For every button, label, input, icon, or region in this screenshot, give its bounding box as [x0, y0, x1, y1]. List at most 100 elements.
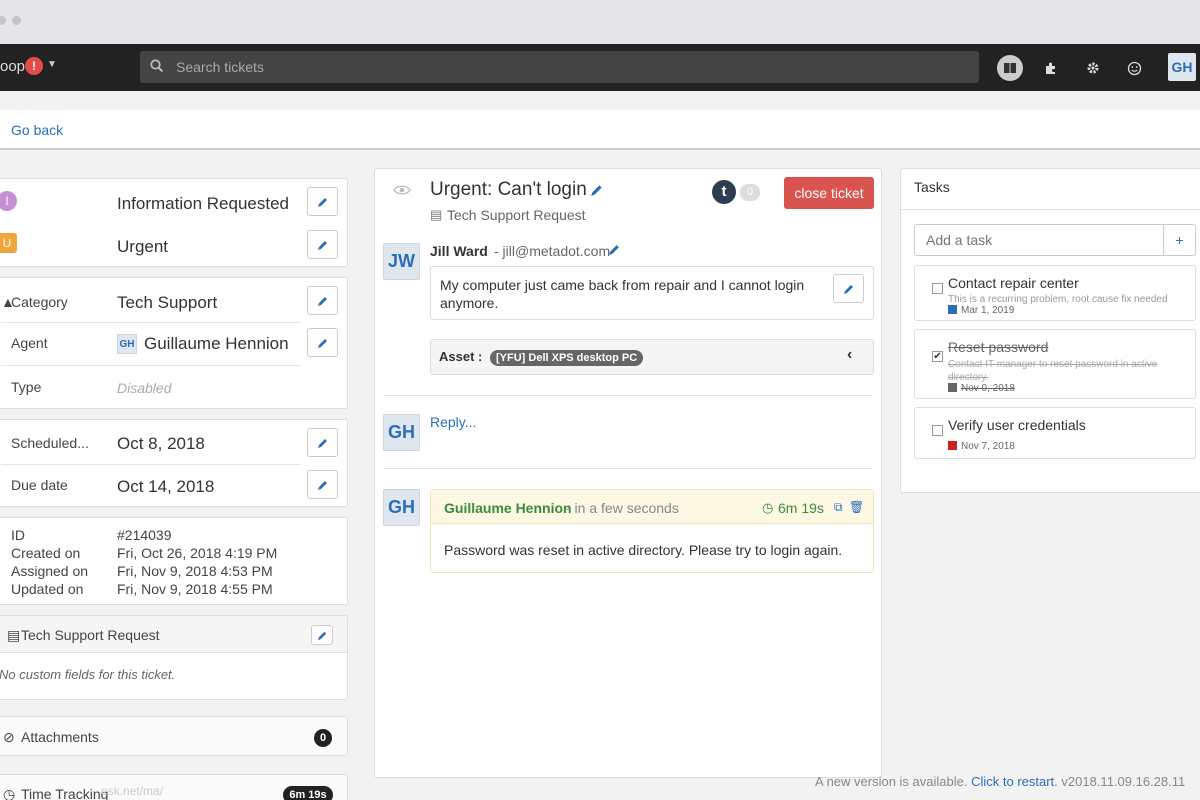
scheduled-value: Oct 8, 2018 [117, 434, 205, 453]
search-input[interactable] [176, 51, 956, 83]
task-date: Nov 7, 2018 [961, 441, 1015, 452]
id-value: #214039 [117, 527, 172, 543]
updated-value: Fri, Nov 9, 2018 4:55 PM [117, 581, 273, 597]
requester-message: My computer just came back from repair a… [430, 266, 874, 320]
custom-form-panel: ▤ Tech Support Request No custom fields … [0, 615, 348, 700]
note-author[interactable]: Guillaume Hennion [444, 500, 572, 516]
form-icon: ▤ [7, 627, 21, 643]
task-checkbox[interactable] [932, 425, 943, 436]
dates-panel: Scheduled... Oct 8, 2018 Due date Oct 14… [0, 419, 348, 507]
timer-icon[interactable]: t [712, 180, 736, 204]
edit-status-button[interactable] [307, 187, 338, 216]
add-task-button[interactable]: + [1164, 224, 1196, 256]
version-number: . v2018.11.09.16.28.11 [1054, 774, 1186, 789]
edit-agent-button[interactable] [307, 328, 338, 357]
note-time: - in a few seconds [566, 500, 679, 516]
note-avatar: GH [383, 489, 420, 526]
restart-link[interactable]: Click to restart [971, 774, 1054, 789]
ticket-form-name: Tech Support Request [447, 207, 586, 223]
window-control-dot[interactable] [0, 16, 6, 25]
ticket-title: Urgent: Can't login [430, 179, 587, 200]
requester-email: - jill@metadot.com [494, 243, 611, 259]
requester-avatar: JW [383, 243, 420, 280]
chevron-down-icon[interactable]: ▼ [47, 59, 57, 70]
stopwatch-icon: ◷ [762, 500, 774, 515]
top-navbar: oop ! ▼ GH [0, 44, 1200, 91]
task-item[interactable]: Contact repair center This is a recurrin… [914, 265, 1196, 321]
divider [1, 365, 301, 366]
asset-label: Asset : [439, 349, 483, 364]
edit-category-button[interactable] [307, 286, 338, 315]
chevron-left-icon[interactable]: ‹ [847, 346, 852, 364]
task-checkbox[interactable] [932, 283, 943, 294]
requester-message-text: My computer just came back from repair a… [440, 277, 805, 311]
trash-icon[interactable]: 🗑 [849, 500, 864, 514]
id-label: ID [11, 527, 25, 543]
note-text: Password was reset in active directory. … [444, 542, 843, 558]
requester-name[interactable]: Jill Ward [430, 243, 488, 259]
agent-label: Agent [11, 335, 48, 351]
due-date-value: Oct 14, 2018 [117, 477, 215, 496]
edit-message-button[interactable] [833, 274, 864, 303]
attachments-label: Attachments [21, 729, 99, 745]
puzzle-icon[interactable] [1038, 55, 1064, 81]
add-task-field[interactable] [914, 224, 1164, 256]
divider [901, 209, 1200, 210]
edit-due-date-button[interactable] [307, 470, 338, 499]
reply-link[interactable]: Reply... [430, 414, 476, 430]
assigned-value: Fri, Nov 9, 2018 4:53 PM [117, 563, 273, 579]
smiley-icon[interactable] [1121, 55, 1147, 81]
window-control-dot[interactable] [12, 16, 21, 25]
edit-priority-button[interactable] [307, 230, 338, 259]
edit-requester-icon[interactable] [608, 243, 621, 261]
alert-badge[interactable]: ! [25, 57, 43, 75]
eye-icon[interactable] [393, 183, 411, 201]
task-due: Mar 1, 2019 [948, 305, 1014, 316]
search-icon [150, 59, 164, 78]
edit-title-icon[interactable] [590, 183, 604, 202]
asset-row[interactable]: Asset : [YFU] Dell XPS desktop PC ‹ [430, 339, 874, 375]
type-label: Type [11, 379, 42, 395]
version-notice-text: A new version is available. [815, 774, 972, 789]
attachments-panel[interactable]: ⊘ Attachments 0 [0, 716, 348, 756]
edit-scheduled-button[interactable] [307, 428, 338, 457]
window-titlebar [0, 0, 1200, 44]
reply-avatar: GH [383, 414, 420, 451]
status-badge: I [0, 191, 17, 211]
close-ticket-button[interactable]: close ticket [784, 177, 874, 209]
task-description: This is a recurring problem, root cause … [948, 294, 1168, 305]
edit-form-button[interactable] [311, 625, 333, 645]
gear-icon[interactable] [1080, 55, 1106, 81]
book-icon[interactable] [997, 55, 1023, 81]
go-back-link[interactable]: Go back [11, 122, 63, 138]
status-url-hint: esk.net/ma/ [101, 784, 164, 798]
asset-tag[interactable]: [YFU] Dell XPS desktop PC [490, 350, 644, 366]
add-task-input[interactable] [926, 225, 1156, 255]
updated-label: Updated on [11, 581, 84, 597]
form-icon: ▤ [430, 207, 443, 222]
type-value: Disabled [117, 380, 172, 396]
time-tracking-total: 6m 19s [283, 786, 333, 800]
divider [1, 322, 301, 323]
attachments-count: 0 [314, 729, 332, 747]
time-tracking-panel[interactable]: ◷ Time Tracking esk.net/ma/ 6m 19s [0, 774, 348, 800]
internal-note: Guillaume Hennion - in a few seconds ◷ 6… [430, 489, 874, 573]
assigned-label: Assigned on [11, 563, 89, 579]
task-item[interactable]: ✔ Reset password Contact IT manager to r… [914, 329, 1196, 399]
status-priority-panel: I Information Requested U Urgent [0, 178, 348, 267]
brand-name[interactable]: oop [0, 58, 25, 75]
task-checkbox[interactable]: ✔ [932, 351, 943, 362]
no-custom-fields-text: No custom fields for this ticket. [0, 667, 176, 682]
search-bar[interactable] [140, 51, 979, 83]
category-value: Tech Support [117, 293, 218, 312]
user-avatar[interactable]: GH [1168, 53, 1196, 81]
copy-icon[interactable]: ⧉ [834, 500, 843, 515]
task-due: Nov 0, 2018 [948, 383, 1015, 394]
divider [383, 468, 873, 469]
paperclip-icon: ⊘ [3, 729, 15, 745]
task-due: Nov 7, 2018 [948, 441, 1015, 452]
category-label: Category [11, 294, 68, 310]
task-item[interactable]: Verify user credentials Nov 7, 2018 [914, 407, 1196, 459]
divider [1, 464, 301, 465]
timer-count: 0 [740, 184, 760, 201]
